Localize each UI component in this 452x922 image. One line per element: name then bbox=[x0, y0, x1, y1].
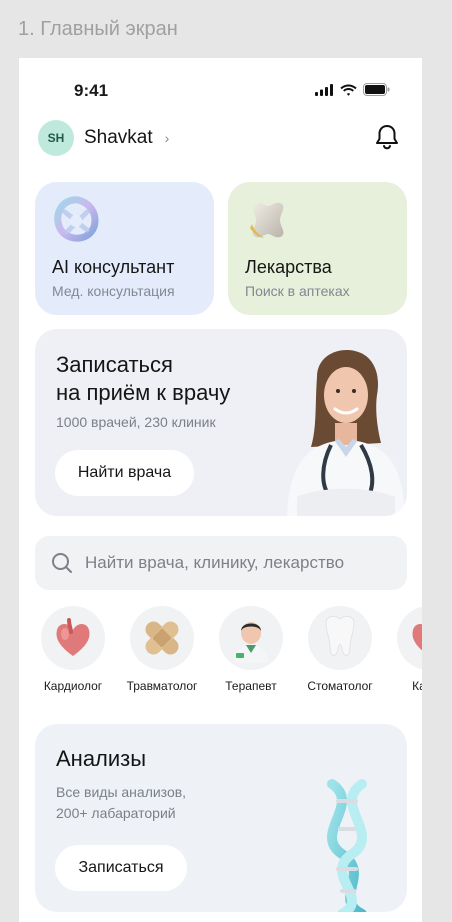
booking-subtitle: 1000 врачей, 230 клиник bbox=[56, 414, 216, 430]
specialty-dentist[interactable]: Стоматолог bbox=[307, 606, 373, 693]
specialty-label: Карди bbox=[412, 679, 422, 693]
tooth-icon bbox=[325, 615, 355, 656]
frame-title: 1. Главный экран bbox=[18, 18, 178, 40]
ai-card-title: AI консультант bbox=[52, 257, 175, 277]
specialty-traumatologist[interactable]: Травматолог bbox=[127, 606, 197, 693]
book-analyses-button[interactable]: Записаться bbox=[55, 845, 187, 891]
status-time: 9:41 bbox=[74, 81, 109, 100]
ai-card-subtitle: Мед. консультация bbox=[52, 283, 175, 299]
booking-title: Записаться на приём к врачу bbox=[56, 351, 276, 407]
user-profile-link[interactable]: SH Shavkat › bbox=[38, 120, 169, 156]
specialty-label: Терапевт bbox=[225, 679, 277, 693]
specialty-cardiologist[interactable]: Кардиолог bbox=[41, 606, 105, 693]
status-bar: 9:41 bbox=[19, 58, 422, 118]
heart-icon bbox=[56, 618, 90, 656]
bandage-icon bbox=[145, 621, 179, 655]
ai-consultant-card[interactable]: AI консультант Мед. консультация bbox=[35, 182, 214, 315]
medicines-card[interactable]: Лекарства Поиск в аптеках bbox=[228, 182, 407, 315]
specialty-label: Травматолог bbox=[126, 679, 198, 693]
medicines-card-subtitle: Поиск в аптеках bbox=[245, 283, 350, 299]
wifi-icon bbox=[340, 84, 357, 96]
search-bar[interactable] bbox=[35, 536, 407, 590]
analyses-subtitle-line1: Все виды анализов, bbox=[56, 784, 187, 800]
analyses-subtitle: Все виды анализов, 200+ лабараторий bbox=[56, 782, 236, 824]
user-name: Shavkat bbox=[84, 127, 153, 148]
phone-screen: 9:41 SH Shavkat › AI консультант Мед. ко… bbox=[19, 58, 422, 922]
specialties-list: Кардиолог Травматолог Терапевт Стоматоло… bbox=[41, 606, 422, 693]
analyses-subtitle-line2: 200+ лабараторий bbox=[56, 805, 176, 821]
chevron-right-icon: › bbox=[164, 130, 170, 146]
search-input[interactable] bbox=[85, 553, 385, 573]
status-icons bbox=[315, 83, 390, 96]
specialty-cardiologist-2[interactable]: Карди bbox=[397, 606, 422, 693]
analyses-title: Анализы bbox=[56, 746, 147, 771]
bell-icon[interactable] bbox=[372, 122, 402, 152]
specialty-label: Стоматолог bbox=[307, 679, 373, 693]
signal-icon bbox=[315, 83, 333, 96]
book-doctor-card[interactable]: Записаться на приём к врачу 1000 врачей,… bbox=[35, 329, 407, 516]
analyses-card[interactable]: Анализы Все виды анализов, 200+ лабарато… bbox=[35, 724, 407, 912]
specialty-label: Кардиолог bbox=[43, 679, 103, 693]
dna-icon bbox=[327, 779, 367, 912]
search-icon bbox=[52, 553, 72, 573]
doctor-icon bbox=[234, 622, 268, 663]
doctor-illustration bbox=[287, 350, 405, 516]
pill-icon bbox=[250, 202, 284, 238]
find-doctor-button[interactable]: Найти врача bbox=[55, 450, 194, 496]
ai-orb-icon bbox=[54, 196, 99, 242]
specialty-therapist[interactable]: Терапевт bbox=[219, 606, 283, 693]
booking-title-line1: Записаться bbox=[56, 352, 173, 377]
avatar: SH bbox=[38, 120, 74, 156]
booking-title-line2: на приём к врачу bbox=[56, 380, 231, 405]
medicines-card-title: Лекарства bbox=[245, 257, 332, 277]
battery-icon bbox=[363, 83, 390, 96]
heart-icon bbox=[412, 624, 422, 651]
